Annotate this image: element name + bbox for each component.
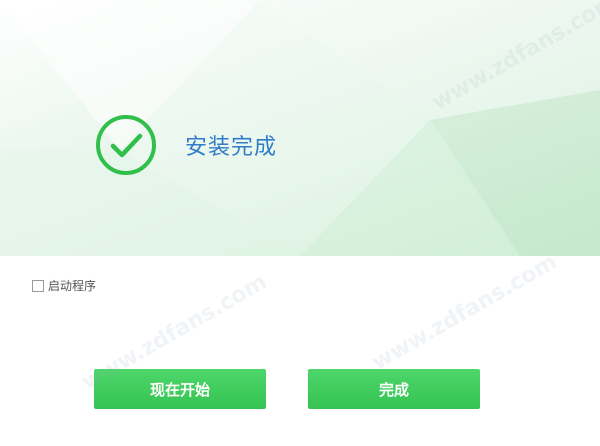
launch-program-label: 启动程序 [48,279,97,293]
launch-program-checkbox[interactable] [32,279,44,292]
check-circle-icon [96,115,156,175]
install-complete-title: 安装完成 [185,135,278,160]
launch-program-option[interactable]: 启动程序 [32,277,96,294]
finish-button[interactable]: 完成 [308,369,480,409]
start-now-button[interactable]: 现在开始 [94,369,266,409]
banner-background-pattern [0,0,600,256]
success-message: 安装完成 [95,114,277,176]
header-banner: 安装完成 [0,0,600,256]
installer-window: 安装完成 启动程序 现在开始 完成 www.zdfans.com www.zdf… [0,0,600,446]
watermark-text: www.zdfans.com [367,249,562,376]
